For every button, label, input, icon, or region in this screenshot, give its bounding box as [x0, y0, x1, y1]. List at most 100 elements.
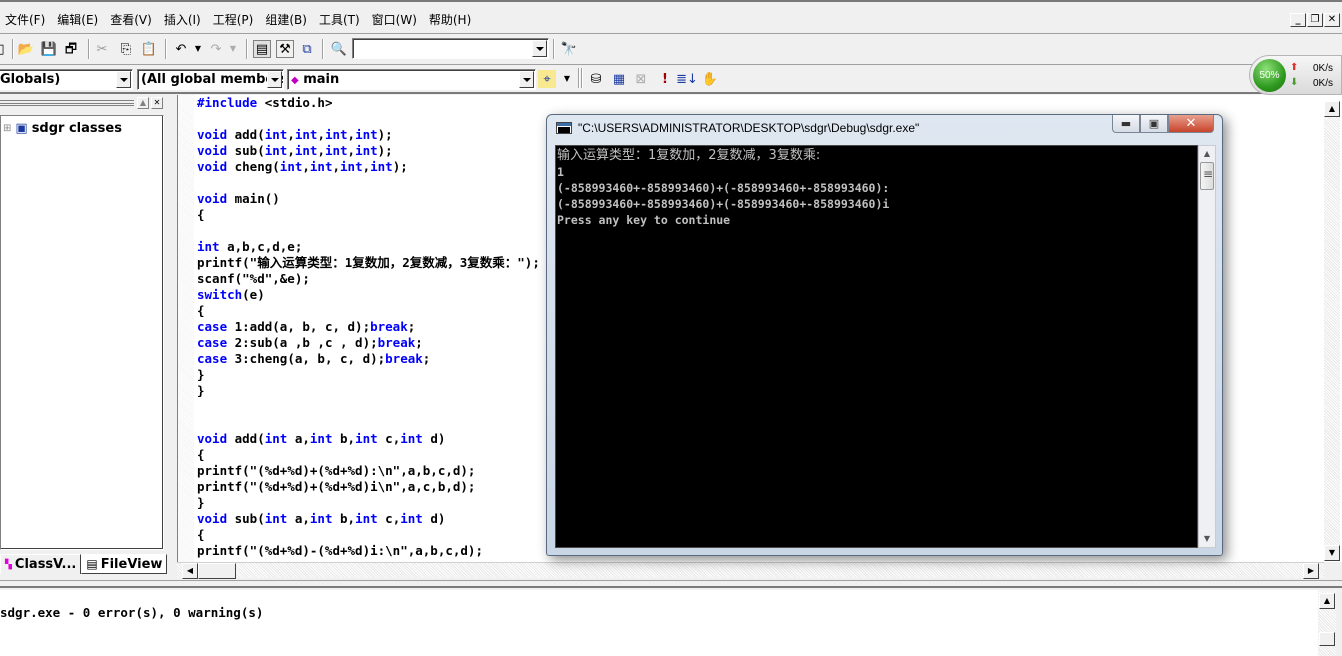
find-in-files-icon[interactable]: 🔍 — [330, 40, 348, 58]
code-line[interactable]: { — [197, 447, 540, 463]
code-line[interactable]: void main() — [197, 191, 540, 207]
scroll-down-button[interactable]: ▼ — [1324, 545, 1340, 561]
wizard-actions-dropdown-icon[interactable]: ▼ — [558, 70, 576, 88]
save-all-icon[interactable]: 🗗 — [62, 40, 80, 58]
scroll-thumb[interactable] — [198, 563, 236, 579]
copy-icon[interactable]: ⎘ — [117, 40, 135, 58]
menu-item[interactable]: 窗口(W) — [371, 11, 418, 28]
undo-dropdown-icon[interactable]: ▼ — [189, 40, 207, 58]
menu-item[interactable]: 工程(P) — [212, 11, 255, 28]
workspace-maximize-button[interactable]: ▲ — [137, 97, 149, 109]
code-line[interactable]: printf("(%d+%d)+(%d+%d)i\n",a,c,b,d); — [197, 479, 540, 495]
code-line[interactable] — [197, 223, 540, 239]
console-window[interactable]: "C:\USERS\ADMINISTRATOR\DESKTOP\sdgr\Deb… — [546, 114, 1223, 556]
cut-icon[interactable]: ✂ — [93, 40, 111, 58]
source-code[interactable]: #include <stdio.h> void add(int,int,int,… — [197, 95, 540, 559]
tab-classview[interactable]: ▚ ClassV... — [0, 554, 82, 574]
menu-item[interactable]: 组建(B) — [264, 11, 308, 28]
go-icon[interactable]: ≣↓ — [676, 70, 698, 88]
scroll-right-button[interactable]: ▶ — [1303, 563, 1319, 579]
console-scroll-up-button[interactable]: ▲ — [1199, 146, 1215, 162]
code-line[interactable]: switch(e) — [197, 287, 540, 303]
class-combo-dropdown-button[interactable] — [116, 71, 131, 88]
console-minimize-button[interactable]: ▬ — [1112, 115, 1140, 133]
paste-icon[interactable]: 📋 — [140, 40, 158, 58]
code-line[interactable]: scanf("%d",&e); — [197, 271, 540, 287]
code-line[interactable]: case 2:sub(a ,b ,c , d);break; — [197, 335, 540, 351]
code-line[interactable]: case 3:cheng(a, b, c, d);break; — [197, 351, 540, 367]
workspace-icon[interactable]: ▤ — [253, 40, 271, 58]
editor-horizontal-scrollbar[interactable]: ◀ ▶ — [177, 562, 1324, 579]
console-scroll-down-button[interactable]: ▼ — [1199, 531, 1215, 547]
stop-build-icon[interactable]: ⊠ — [632, 70, 650, 88]
menu-item[interactable]: 编辑(E) — [56, 11, 99, 28]
find-combo[interactable] — [352, 38, 549, 59]
execute-icon[interactable]: ! — [656, 70, 674, 88]
redo-dropdown-icon[interactable]: ▼ — [224, 40, 242, 58]
scroll-up-button[interactable]: ▲ — [1324, 101, 1340, 117]
filter-combo[interactable]: (All global members — [137, 69, 284, 90]
class-combo[interactable]: Globals) — [0, 69, 133, 90]
output-scroll-thumb[interactable] — [1319, 632, 1335, 646]
console-output[interactable]: 输入运算类型：1复数加，2复数减，3复数乘: 1 (-858993460+-8589… — [555, 145, 1198, 548]
code-line[interactable] — [197, 399, 540, 415]
mdi-minimize-button[interactable]: _ — [1290, 13, 1306, 27]
code-line[interactable]: } — [197, 367, 540, 383]
scroll-left-button[interactable]: ◀ — [182, 563, 198, 579]
redo-icon[interactable]: ↷ — [207, 40, 225, 58]
class-tree[interactable]: ⊞ ▣ sdgr classes — [0, 115, 164, 550]
code-line[interactable]: int a,b,c,d,e; — [197, 239, 540, 255]
breakpoint-icon[interactable]: ✋ — [701, 70, 719, 88]
output-vertical-scrollbar[interactable]: ▲ — [1318, 590, 1336, 656]
code-line[interactable]: void add(int a,int b,int c,int d) — [197, 431, 540, 447]
build-icon[interactable]: ▦ — [610, 70, 628, 88]
code-line[interactable]: #include <stdio.h> — [197, 95, 540, 111]
open-icon[interactable]: 📂 — [17, 40, 35, 58]
tree-item-root[interactable]: ⊞ ▣ sdgr classes — [3, 121, 122, 136]
mdi-restore-button[interactable]: ❐ — [1307, 13, 1323, 27]
workspace-grip[interactable] — [0, 100, 134, 106]
undo-icon[interactable]: ↶ — [172, 40, 190, 58]
console-scroll-thumb[interactable] — [1200, 162, 1214, 190]
editor-gutter[interactable] — [178, 95, 194, 562]
menu-item[interactable]: 查看(V) — [109, 11, 153, 28]
code-line[interactable]: printf("输入运算类型：1复数加，2复数减，3复数乘："); — [197, 255, 540, 271]
output-scroll-up-button[interactable]: ▲ — [1319, 593, 1335, 609]
new-icon[interactable]: ▯ — [0, 40, 10, 58]
code-line[interactable]: } — [197, 495, 540, 511]
menu-item[interactable]: 工具(T) — [318, 11, 361, 28]
code-line[interactable]: printf("(%d+%d)+(%d+%d):\n",a,b,c,d); — [197, 463, 540, 479]
console-titlebar[interactable]: "C:\USERS\ADMINISTRATOR\DESKTOP\sdgr\Deb… — [556, 121, 919, 135]
code-line[interactable]: printf("(%d+%d)-(%d+%d)i:\n",a,b,c,d); — [197, 543, 540, 559]
code-line[interactable]: void sub(int a,int b,int c,int d) — [197, 511, 540, 527]
code-line[interactable]: { — [197, 527, 540, 543]
console-maximize-button[interactable]: ▣ — [1140, 115, 1168, 133]
code-line[interactable]: void sub(int,int,int,int); — [197, 143, 540, 159]
code-line[interactable] — [197, 111, 540, 127]
members-combo-dropdown-button[interactable] — [519, 71, 534, 88]
workspace-close-button[interactable]: ✕ — [151, 97, 163, 109]
members-combo[interactable]: ◆ main — [287, 69, 536, 90]
console-close-button[interactable]: ✕ — [1168, 115, 1214, 133]
code-line[interactable] — [197, 175, 540, 191]
tab-fileview[interactable]: ▤ FileView — [81, 554, 168, 574]
code-line[interactable]: { — [197, 207, 540, 223]
code-line[interactable]: case 1:add(a, b, c, d);break; — [197, 319, 540, 335]
save-icon[interactable]: 💾 — [40, 40, 58, 58]
code-line[interactable]: { — [197, 303, 540, 319]
code-line[interactable]: void cheng(int,int,int,int); — [197, 159, 540, 175]
window-list-icon[interactable]: ⧉ — [298, 40, 316, 58]
menu-item[interactable]: 文件(F) — [4, 11, 46, 28]
output-splitter[interactable] — [0, 580, 1342, 588]
code-line[interactable]: } — [197, 383, 540, 399]
search-icon[interactable]: 🔭 — [560, 40, 578, 58]
code-line[interactable]: void add(int,int,int,int); — [197, 127, 540, 143]
wizard-actions-icon[interactable]: ⌖ — [538, 70, 556, 88]
find-combo-dropdown-button[interactable] — [532, 40, 547, 57]
menu-item[interactable]: 帮助(H) — [428, 11, 472, 28]
code-line[interactable] — [197, 415, 540, 431]
mdi-close-button[interactable]: ✕ — [1324, 13, 1340, 27]
compile-icon[interactable]: ⛁ — [587, 70, 605, 88]
tree-expander-icon[interactable]: ⊞ — [3, 123, 11, 134]
menu-item[interactable]: 插入(I) — [163, 11, 202, 28]
